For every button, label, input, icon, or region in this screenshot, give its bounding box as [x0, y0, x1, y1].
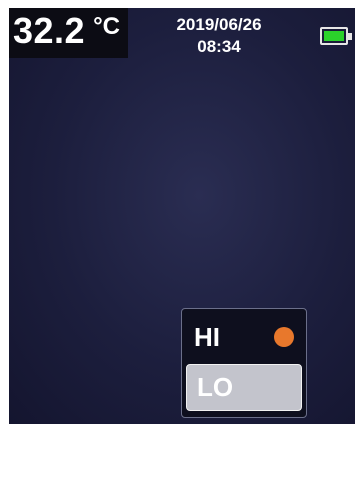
temperature-readout: 32.2 °C	[9, 8, 129, 58]
battery-tip	[348, 33, 352, 40]
datetime: 2019/06/26 08:34	[164, 14, 274, 58]
lo-label: LO	[197, 372, 234, 402]
temperature-value: 32.2	[13, 10, 86, 51]
hi-option[interactable]: HI	[188, 317, 300, 357]
thermal-viewport: 32.2 °C 2019/06/26 08:34 HI LO	[9, 8, 355, 424]
hi-label: HI	[194, 321, 220, 352]
lo-option[interactable]: LO	[186, 364, 302, 411]
hi-indicator-dot	[274, 327, 294, 347]
date-text: 2019/06/26	[176, 15, 262, 34]
battery-level	[324, 31, 344, 41]
hi-lo-menu: HI LO	[181, 308, 307, 418]
temperature-unit: °C	[93, 13, 121, 40]
time-text: 08:34	[197, 37, 241, 56]
battery-icon	[320, 27, 352, 45]
